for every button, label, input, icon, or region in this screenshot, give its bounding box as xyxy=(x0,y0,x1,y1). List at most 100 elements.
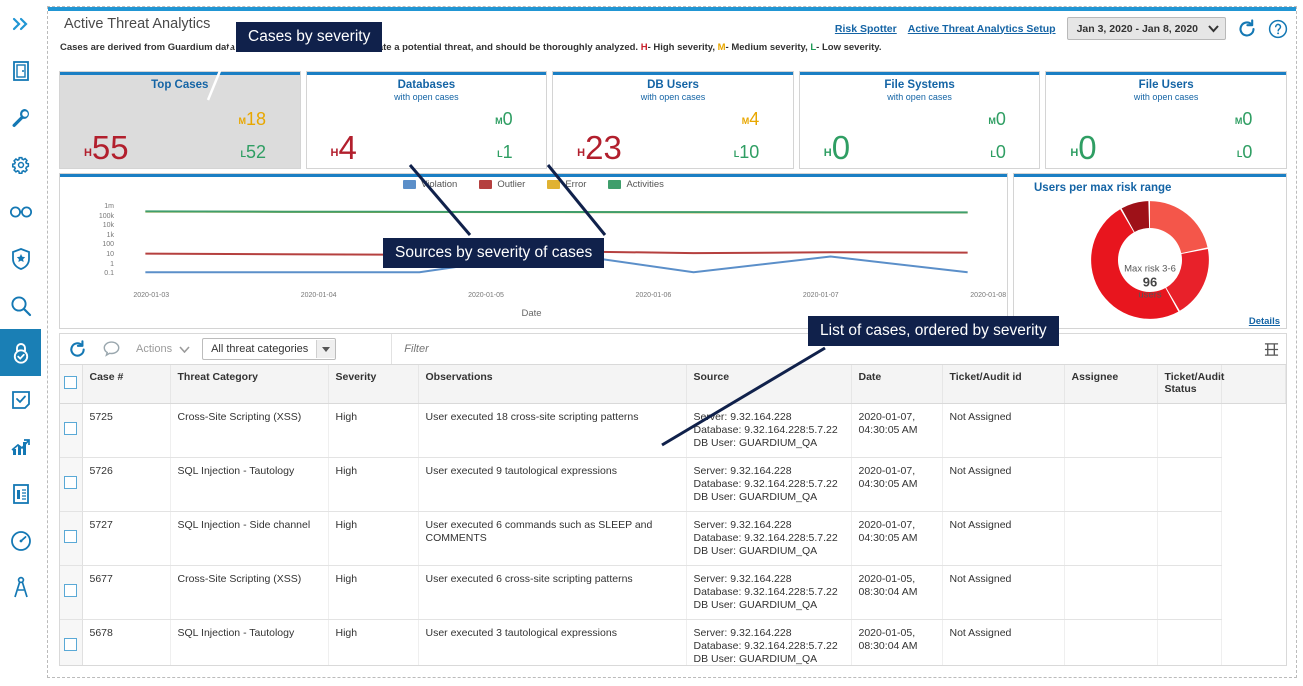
y-tick-label: 10k xyxy=(102,222,114,230)
cell-assignee xyxy=(1064,457,1158,512)
source-database: Database: 9.32.164.228:5.7.22 xyxy=(693,532,838,544)
kpi-values: H 55 M 18 L 52 xyxy=(60,109,300,165)
row-select-cell[interactable] xyxy=(60,619,83,665)
kpi-card-file-systems[interactable]: File Systems with open cases H 0 M 0 L 0 xyxy=(798,71,1041,169)
risk-spotter-link[interactable]: Risk Spotter xyxy=(835,23,897,35)
chart-x-axis: 2020-01-03 2020-01-04 2020-01-05 2020-01-06… xyxy=(116,292,1006,302)
select-all-header[interactable] xyxy=(60,365,83,404)
source-database: Database: 9.32.164.228:5.7.22 xyxy=(693,640,838,652)
row-checkbox[interactable] xyxy=(64,476,78,489)
kpi-values: H0M0L0 xyxy=(800,109,1040,165)
cell-threat-category: Cross-Site Scripting (XSS) xyxy=(170,565,329,620)
x-tick-label: 2020-01-05 xyxy=(468,292,504,299)
cell-threat-category: SQL Injection - Side channel xyxy=(170,511,329,566)
date-value: 2020-01-07, xyxy=(858,465,916,477)
column-header[interactable]: Date xyxy=(851,365,943,404)
kpi-low-value: 52 xyxy=(246,142,267,162)
row-select-cell[interactable] xyxy=(60,565,83,620)
help-button[interactable] xyxy=(1268,19,1288,39)
table-row[interactable]: 5677 Cross-Site Scripting (XSS) High User e… xyxy=(60,565,1286,620)
kpi-medium-value: 0 xyxy=(502,109,513,129)
column-header[interactable]: Observations xyxy=(418,365,687,404)
search-icon[interactable] xyxy=(0,282,41,329)
columns-icon[interactable] xyxy=(1256,342,1286,357)
date-value: 2020-01-05, xyxy=(858,573,916,585)
source-server: Server: 9.32.164.228 xyxy=(693,573,792,585)
active-threat-analytics-setup-link[interactable]: Active Threat Analytics Setup xyxy=(908,23,1056,35)
donut-slice-segment-1[interactable] xyxy=(1150,201,1208,254)
source-db-user: DB User: GUARDIUM_QA xyxy=(693,653,818,665)
donut-svg[interactable] xyxy=(1086,196,1214,324)
table-row[interactable]: 5678 SQL Injection - Tautology High User ex… xyxy=(60,619,1286,665)
kpi-title: DB Users xyxy=(647,79,699,91)
actions-menu[interactable]: Actions xyxy=(136,343,190,355)
cell-case-number: 5677 xyxy=(82,565,171,620)
details-link[interactable]: Details xyxy=(1249,316,1280,327)
column-header[interactable]: Severity xyxy=(328,365,419,404)
kpi-high-value: 0 xyxy=(1078,129,1097,166)
column-header[interactable]: Ticket/Audit id xyxy=(942,365,1065,404)
refresh-button[interactable] xyxy=(1237,18,1257,39)
date-range-selector[interactable]: Jan 3, 2020 - Jan 8, 2020 xyxy=(1066,17,1226,40)
x-tick-label: 2020-01-08 xyxy=(970,292,1007,299)
checklist-icon[interactable] xyxy=(0,376,41,423)
select-all-checkbox[interactable] xyxy=(64,376,78,389)
callout-cases-by-severity: Cases by severity xyxy=(236,22,383,52)
kpi-accent-bar xyxy=(306,72,547,75)
kpi-medium-label: M xyxy=(741,116,750,126)
y-tick-label: 100k xyxy=(98,212,114,220)
shield-star-icon[interactable] xyxy=(0,235,41,282)
cell-case-number: 5725 xyxy=(82,403,171,458)
cell-assignee xyxy=(1064,619,1158,665)
cell-severity: High xyxy=(328,565,419,620)
table-row[interactable]: 5727 SQL Injection - Side channel High User… xyxy=(60,511,1286,566)
kpi-low: L0 xyxy=(1237,143,1253,161)
callout-text: Sources by severity of cases xyxy=(395,244,593,261)
table-refresh-button[interactable] xyxy=(60,339,94,359)
row-checkbox[interactable] xyxy=(64,422,78,435)
door-icon[interactable] xyxy=(0,47,41,94)
threat-category-select[interactable]: All threat categories xyxy=(202,338,337,360)
kpi-title: File Systems xyxy=(884,79,955,91)
cell-observations: User executed 3 tautological expressions xyxy=(418,619,687,665)
row-select-cell[interactable] xyxy=(60,457,83,512)
kpi-high: H0 xyxy=(824,131,850,164)
column-header[interactable]: Threat Category xyxy=(170,365,329,404)
kpi-high-value: 55 xyxy=(91,129,129,166)
column-header[interactable]: Case # xyxy=(82,365,171,404)
kpi-card-top-cases[interactable]: Top Cases H 55 M 18 L 52 xyxy=(59,71,301,169)
time-value: 08:30:04 AM xyxy=(858,640,918,652)
cell-ticket-audit-status xyxy=(1157,403,1222,458)
column-header[interactable]: Assignee xyxy=(1064,365,1158,404)
kpi-high-value: 4 xyxy=(338,129,357,166)
legend-label: Activities xyxy=(626,179,664,190)
gauge-icon[interactable] xyxy=(0,517,41,564)
lock-check-icon[interactable] xyxy=(0,329,41,376)
callout-leader-3 xyxy=(650,330,840,460)
row-select-cell[interactable] xyxy=(60,403,83,458)
app-root: Active Threat Analytics Cases are derive… xyxy=(0,0,1303,686)
report-icon[interactable] xyxy=(0,470,41,517)
kpi-title: Top Cases xyxy=(151,79,209,91)
column-header[interactable]: Ticket/Audit Status xyxy=(1157,365,1224,404)
cell-date: 2020-01-07, 04:30:05 AM xyxy=(851,457,943,512)
kpi-card-file-users[interactable]: File Users with open cases H 0 M 0 L 0 xyxy=(1045,71,1287,169)
row-checkbox[interactable] xyxy=(64,584,78,597)
cell-case-number: 5726 xyxy=(82,457,171,512)
row-select-cell[interactable] xyxy=(60,511,83,566)
cell-date: 2020-01-05, 08:30:04 AM xyxy=(851,619,943,665)
glasses-icon[interactable] xyxy=(0,188,41,235)
chart-up-icon[interactable] xyxy=(0,423,41,470)
gear-icon[interactable] xyxy=(0,141,41,188)
chart-y-axis: 1m 100k 10k 1k 100 10 1 0.1 xyxy=(74,202,114,279)
x-tick-label: 2020-01-07 xyxy=(802,292,839,299)
expand-icon[interactable] xyxy=(0,0,41,47)
table-row[interactable]: 5726 SQL Injection - Tautology High User ex… xyxy=(60,457,1286,512)
date-value: 2020-01-07, xyxy=(858,411,916,423)
compass-icon[interactable] xyxy=(0,564,41,611)
comment-icon[interactable] xyxy=(94,340,128,359)
row-checkbox[interactable] xyxy=(64,530,78,543)
row-checkbox[interactable] xyxy=(64,638,78,651)
cell-ticket-audit-status xyxy=(1157,457,1222,512)
wrench-icon[interactable] xyxy=(0,94,41,141)
